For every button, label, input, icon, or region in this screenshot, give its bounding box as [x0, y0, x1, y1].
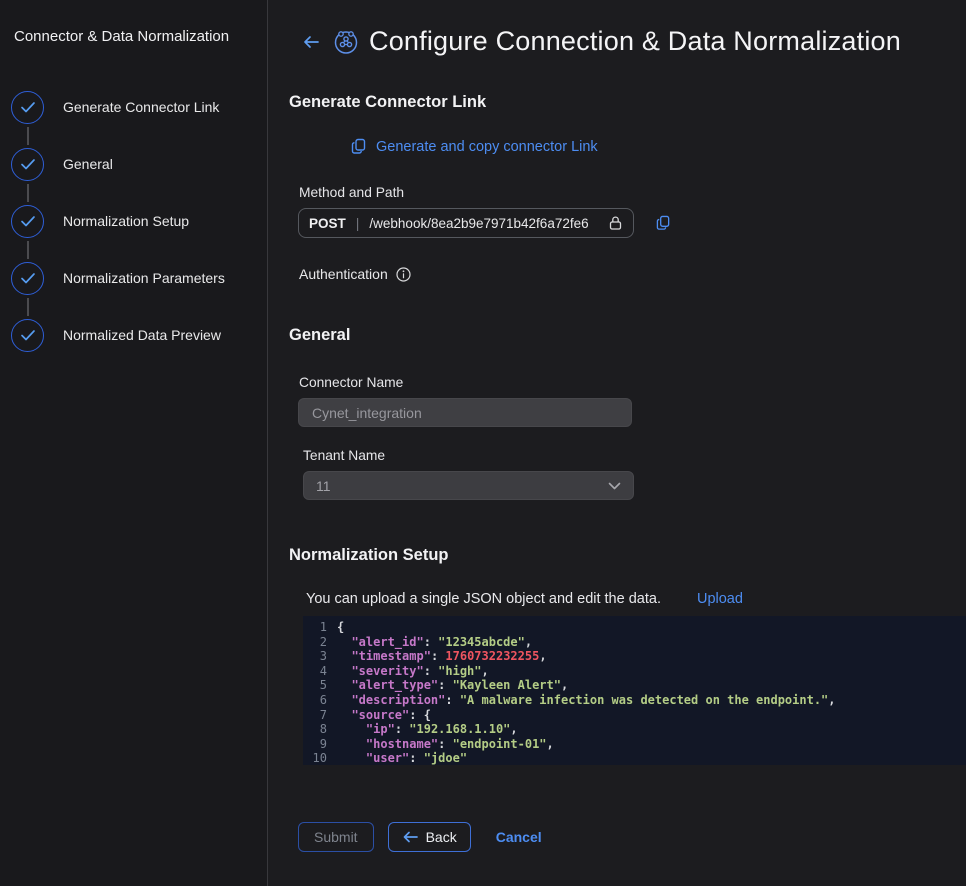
section-heading-general: General — [289, 326, 966, 345]
sidebar-title: Connector & Data Normalization — [0, 0, 267, 45]
back-button[interactable]: Back — [388, 822, 471, 852]
http-method: POST — [309, 216, 346, 231]
stepper-item-2[interactable]: Normalization Setup — [0, 205, 267, 262]
arrow-left-icon — [301, 33, 321, 51]
method-path-row: POST | /webhook/8ea2b9e7971b42f6a72fe6 — [298, 208, 966, 238]
method-path-field[interactable]: POST | /webhook/8ea2b9e7971b42f6a72fe6 — [298, 208, 634, 238]
stepper-item-0[interactable]: Generate Connector Link — [0, 91, 267, 148]
cancel-button[interactable]: Cancel — [496, 829, 542, 845]
step-label: Normalization Parameters — [63, 262, 267, 286]
code-line: 8 "ip": "192.168.1.10", — [303, 722, 966, 737]
check-icon — [20, 101, 36, 114]
footer-actions: Submit Back Cancel — [298, 822, 966, 852]
connector-name-value: Cynet_integration — [312, 405, 422, 421]
code-line: 10 "user": "jdoe" — [303, 751, 966, 765]
code-line: 3 "timestamp": 1760732232255, — [303, 649, 966, 664]
authentication-label: Authentication — [299, 266, 388, 282]
stepper-item-3[interactable]: Normalization Parameters — [0, 262, 267, 319]
upload-row: You can upload a single JSON object and … — [306, 591, 966, 607]
upload-button[interactable]: Upload — [697, 591, 743, 607]
page-header: Configure Connection & Data Normalizatio… — [289, 26, 966, 57]
section-heading-normalization: Normalization Setup — [289, 546, 966, 565]
step-label: Normalization Setup — [63, 205, 267, 229]
step-circle — [11, 262, 44, 295]
tenant-name-value: 11 — [316, 478, 331, 494]
wizard-sidebar: Connector & Data Normalization Generate … — [0, 0, 268, 886]
field-divider: | — [356, 215, 360, 231]
step-label: Generate Connector Link — [63, 91, 267, 115]
connector-name-label: Connector Name — [299, 375, 966, 390]
authentication-row: Authentication — [299, 266, 966, 282]
step-circle — [11, 319, 44, 352]
code-line: 5 "alert_type": "Kayleen Alert", — [303, 678, 966, 693]
code-line: 9 "hostname": "endpoint-01", — [303, 737, 966, 752]
chevron-down-icon — [608, 482, 621, 490]
check-icon — [20, 329, 36, 342]
page-title: Configure Connection & Data Normalizatio… — [369, 26, 901, 57]
lock-icon — [608, 215, 623, 231]
step-connector-line — [27, 184, 29, 202]
webhook-path: /webhook/8ea2b9e7971b42f6a72fe6 — [369, 216, 598, 231]
connector-name-input[interactable]: Cynet_integration — [298, 398, 632, 427]
upload-hint: You can upload a single JSON object and … — [306, 591, 661, 607]
code-line: 7 "source": { — [303, 708, 966, 723]
method-path-label: Method and Path — [299, 185, 966, 200]
step-circle — [11, 148, 44, 181]
copy-icon — [656, 215, 671, 231]
tenant-name-label: Tenant Name — [303, 448, 966, 463]
stepper: Generate Connector Link General Normalizat… — [0, 91, 267, 355]
back-button-label: Back — [426, 829, 457, 845]
code-line: 1{ — [303, 620, 966, 635]
step-label: Normalized Data Preview — [63, 319, 267, 343]
submit-button[interactable]: Submit — [298, 822, 374, 852]
tenant-name-select[interactable]: 11 — [303, 471, 634, 500]
step-circle — [11, 205, 44, 238]
connector-badge-icon — [333, 29, 359, 55]
main-panel: Configure Connection & Data Normalizatio… — [269, 0, 966, 886]
code-line: 2 "alert_id": "12345abcde", — [303, 635, 966, 650]
code-line: 4 "severity": "high", — [303, 664, 966, 679]
stepper-item-1[interactable]: General — [0, 148, 267, 205]
info-icon[interactable] — [396, 267, 411, 282]
check-icon — [20, 272, 36, 285]
check-icon — [20, 215, 36, 228]
section-heading-generate: Generate Connector Link — [289, 93, 966, 112]
step-connector-line — [27, 241, 29, 259]
copy-path-button[interactable] — [656, 215, 671, 231]
generate-copy-link-label: Generate and copy connector Link — [376, 139, 598, 155]
step-connector-line — [27, 298, 29, 316]
json-editor[interactable]: 1{2 "alert_id": "12345abcde",3 "timestam… — [303, 616, 966, 765]
back-arrow-button[interactable] — [299, 31, 323, 53]
step-label: General — [63, 148, 267, 172]
step-connector-line — [27, 127, 29, 145]
check-icon — [20, 158, 36, 171]
step-circle — [11, 91, 44, 124]
generate-copy-link-button[interactable]: Generate and copy connector Link — [351, 138, 598, 155]
code-line: 6 "description": "A malware infection wa… — [303, 693, 966, 708]
arrow-left-icon — [402, 830, 419, 844]
stepper-item-4[interactable]: Normalized Data Preview — [0, 319, 267, 355]
copy-icon — [351, 138, 367, 155]
